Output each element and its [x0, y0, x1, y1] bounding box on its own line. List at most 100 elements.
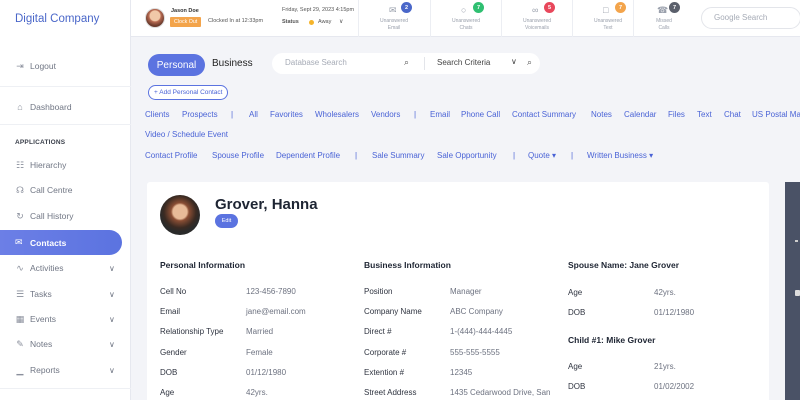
email-count-badge: 2 [401, 2, 412, 13]
nav-vendors[interactable]: Vendors [371, 110, 400, 119]
nav-video-schedule-event[interactable]: Video / Schedule Event [145, 130, 228, 139]
nav-separator: | [414, 110, 417, 119]
edit-button[interactable]: Edit [215, 214, 238, 228]
nav-chat[interactable]: Chat [724, 110, 741, 119]
nav-text[interactable]: Text [697, 110, 712, 119]
clock-in-text: Clocked In at 12:33pm [208, 18, 264, 24]
field-label: Email [160, 307, 181, 316]
calendar-icon: ▦ [15, 313, 25, 324]
search-icon[interactable]: ⌕ [404, 57, 409, 68]
notif-voicemails[interactable]: ∞ 5 Unanswered Voicemails [501, 0, 571, 37]
section-title: APPLICATIONS [15, 139, 66, 146]
notif-label: Missed Calls [634, 18, 694, 31]
nav-wholesalers[interactable]: Wholesalers [315, 110, 359, 119]
voicemail-icon: ∞ [532, 5, 539, 15]
notif-label-line1: Missed [656, 18, 672, 24]
nav-dependent-profile[interactable]: Dependent Profile [276, 151, 340, 160]
nav-spouse-profile[interactable]: Spouse Profile [212, 151, 264, 160]
nav-calendar[interactable]: Calendar [624, 110, 656, 119]
nav-contact-profile[interactable]: Contact Profile [145, 151, 197, 160]
chevron-down-icon: ∨ [109, 340, 115, 349]
search-icon[interactable]: ⌕ [527, 57, 532, 68]
nav-email[interactable]: Email [430, 110, 450, 119]
add-personal-contact-button[interactable]: + Add Personal Contact [148, 85, 229, 100]
nav-favorites[interactable]: Favorites [270, 110, 303, 119]
contact-avatar [160, 195, 200, 235]
side-panel [785, 182, 800, 400]
nav-written-business-dropdown[interactable]: Written Business ▾ [587, 151, 653, 160]
sidebar-item-label: Reports [30, 365, 60, 375]
notif-text[interactable]: □ 7 Unanswered Text [572, 0, 642, 37]
notif-email[interactable]: ✉ 2 Unanswered Email [358, 0, 428, 37]
nav-phone-call[interactable]: Phone Call [461, 110, 500, 119]
sidebar-item-hierarchy[interactable]: ☷ Hierarchy [15, 160, 66, 171]
notif-missed-calls[interactable]: ☎ 7 Missed Calls [633, 0, 693, 37]
nav-separator: | [571, 151, 574, 160]
nav-files[interactable]: Files [668, 110, 685, 119]
sidebar-item-tasks[interactable]: ☰ Tasks ∨ [15, 289, 125, 300]
status-label: Status [282, 19, 299, 25]
contact-card: Grover, Hanna Edit Personal Information … [147, 182, 769, 400]
notif-label-line2: Calls [658, 24, 670, 31]
sidebar-item-notes[interactable]: ✎ Notes ∨ [15, 339, 125, 350]
sidebar-item-reports[interactable]: ▁ Reports ∨ [15, 364, 125, 376]
bar-chart-icon: ▁ [16, 364, 24, 375]
sidebar-item-activities[interactable]: ∿ Activities ∨ [15, 263, 125, 274]
nav-clients[interactable]: Clients [145, 110, 169, 119]
nav-separator: | [355, 151, 358, 160]
child-title: Child #1: Mike Grover [568, 335, 656, 345]
user-avatar[interactable] [145, 8, 165, 28]
nav-prospects[interactable]: Prospects [182, 110, 218, 119]
field-label: Relationship Type [160, 327, 224, 336]
sidebar-item-contacts[interactable]: ✉ Contacts [0, 230, 122, 255]
chat-icon: ○ [461, 5, 467, 15]
status-dropdown[interactable]: Away [318, 19, 331, 25]
sidebar-item-dashboard[interactable]: ⌂ Dashboard [15, 102, 71, 112]
field-value: 01/12/1980 [246, 368, 287, 377]
field-label: Cell No [160, 287, 187, 296]
chevron-down-icon[interactable]: ∨ [339, 18, 343, 25]
chats-count-badge: 7 [473, 2, 484, 13]
headset-icon: ☊ [16, 184, 24, 195]
sidebar-item-events[interactable]: ▦ Events ∨ [15, 313, 125, 325]
tab-personal[interactable]: Personal [148, 54, 205, 76]
chevron-down-icon: ∨ [109, 366, 115, 375]
missed-calls-count-badge: 7 [669, 2, 680, 13]
notif-chats[interactable]: ○ 7 Unanswered Chats [430, 0, 500, 37]
logout-icon: ⇥ [16, 60, 24, 71]
field-value: jane@email.com [246, 307, 306, 316]
google-search-input[interactable]: Google Search [701, 7, 800, 29]
field-value: 21yrs. [654, 362, 676, 371]
nav-all[interactable]: All [249, 110, 258, 119]
notif-label: Unanswered Voicemails [502, 18, 572, 31]
field-label: Extention # [364, 368, 405, 377]
field-label: Age [160, 388, 175, 397]
field-label: DOB [568, 308, 586, 317]
date-time: Friday, Sept 29, 2023 4:15pm [282, 7, 355, 13]
sidebar-item-call-history[interactable]: ↻ Call History [15, 210, 74, 222]
history-icon: ↻ [16, 210, 24, 221]
business-info-title: Business Information [364, 260, 451, 270]
field-value: 01/12/1980 [654, 308, 695, 317]
divider [424, 57, 425, 70]
database-search-input[interactable]: Database Search [285, 58, 347, 67]
notif-label: Unanswered Email [359, 18, 429, 31]
clock-out-button[interactable]: Clock Out [170, 17, 202, 27]
nav-sale-opportunity[interactable]: Sale Opportunity [437, 151, 497, 160]
sidebar-item-label: Call History [30, 211, 74, 221]
logout-link[interactable]: ⇥ Logout [15, 60, 56, 72]
nav-contact-summary[interactable]: Contact Summary [512, 110, 576, 119]
nav-notes[interactable]: Notes [591, 110, 612, 119]
nav-quote-dropdown[interactable]: Quote ▾ [528, 151, 556, 160]
search-criteria-select[interactable]: Search Criteria [437, 58, 490, 67]
database-search[interactable]: Database Search ⌕ Search Criteria ∨ ⌕ [272, 53, 540, 74]
panel-toggle[interactable] [795, 290, 800, 296]
status-dot [309, 20, 314, 25]
tab-business[interactable]: Business [212, 58, 253, 69]
nav-us-postal-mail[interactable]: US Postal Mai [752, 110, 800, 119]
sidebar-item-call-centre[interactable]: ☊ Call Centre [15, 184, 73, 196]
chevron-down-icon[interactable]: ∨ [511, 57, 517, 66]
notif-label-line1: Unanswered [379, 18, 409, 24]
nav-sale-summary[interactable]: Sale Summary [372, 151, 424, 160]
spouse-title: Spouse Name: Jane Grover [568, 260, 680, 270]
